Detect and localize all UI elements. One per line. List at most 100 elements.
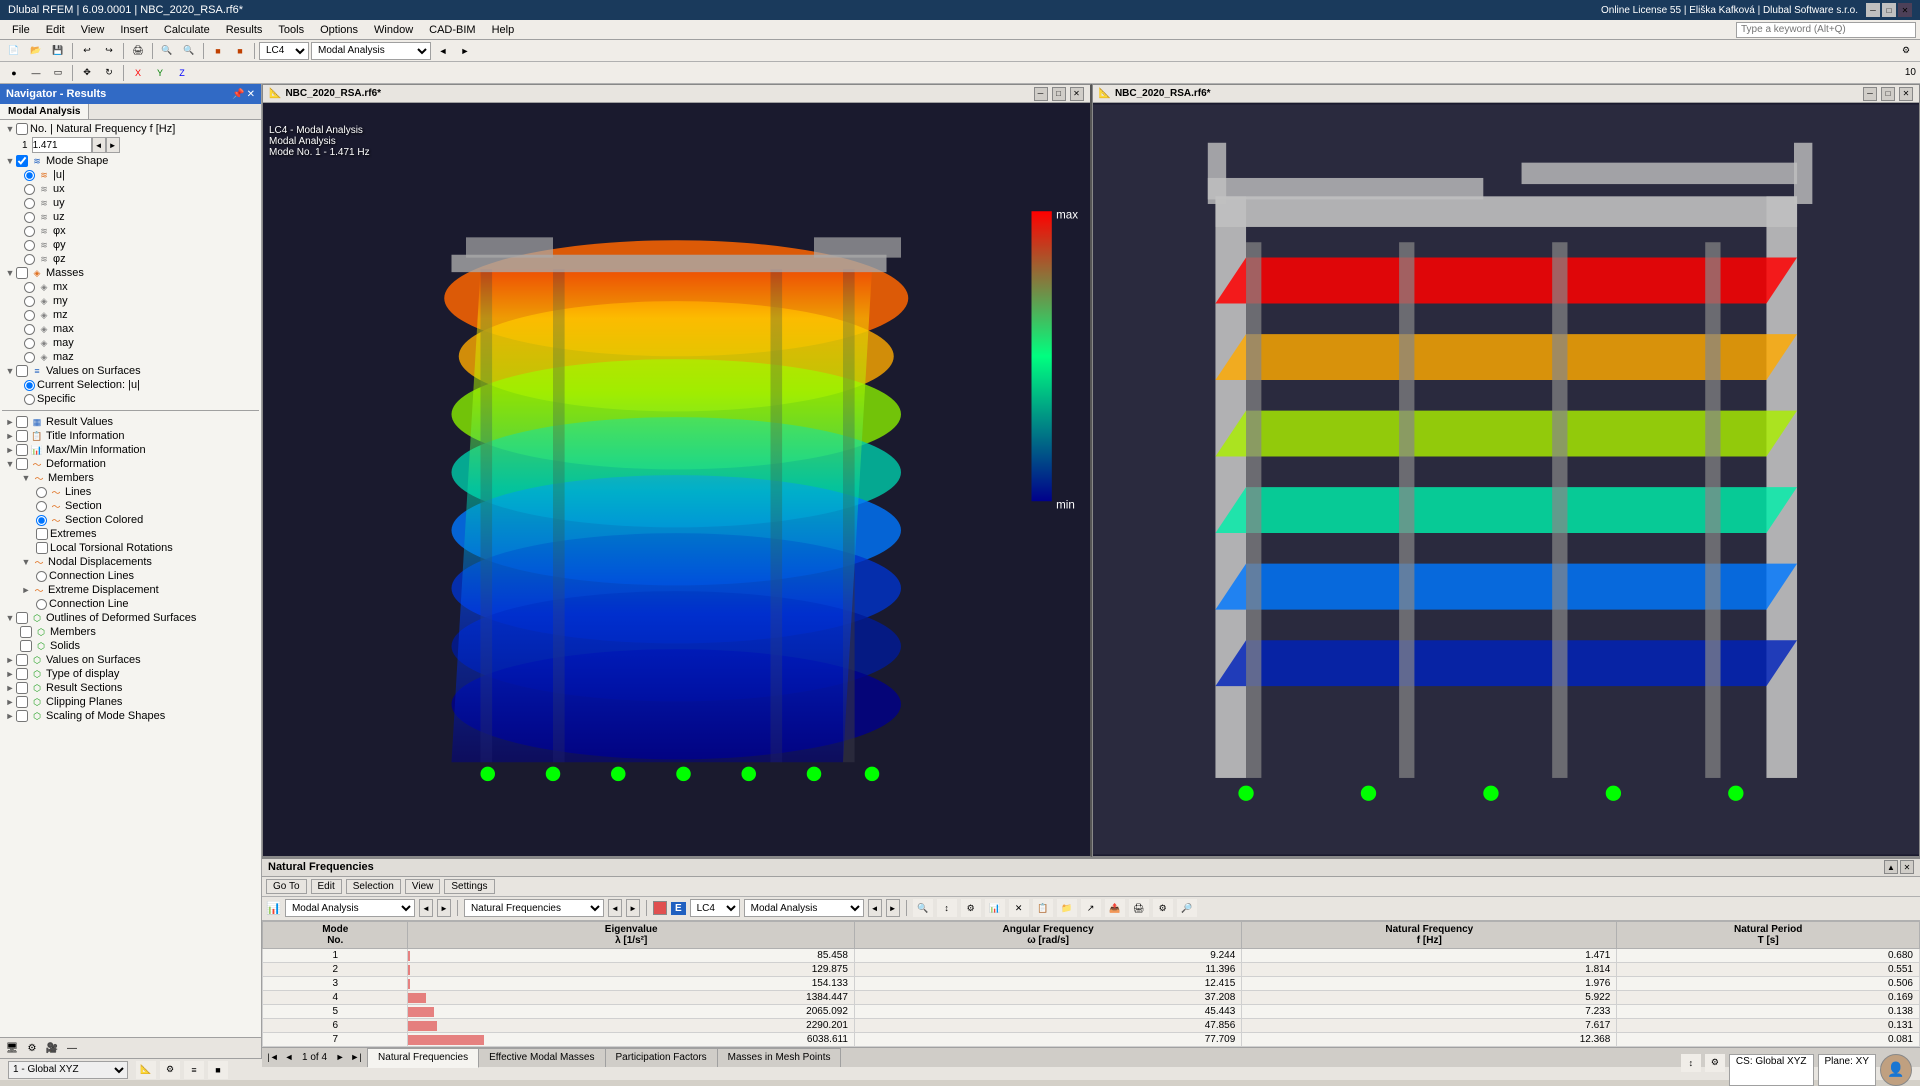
menu-view[interactable]: View <box>73 22 113 38</box>
vp-right-max[interactable]: □ <box>1881 87 1895 101</box>
radio-my[interactable] <box>24 296 35 307</box>
res-tb-btn3[interactable]: ⚙ <box>961 899 981 917</box>
menu-results[interactable]: Results <box>218 22 271 38</box>
status-right-btn1[interactable]: ↕ <box>1681 1054 1701 1072</box>
close-btn[interactable]: ✕ <box>1898 3 1912 17</box>
results-lc-analysis-select[interactable]: Modal Analysis <box>744 899 864 917</box>
print-btn[interactable]: 🖨 <box>128 42 148 60</box>
results-freq-select[interactable]: Natural Frequencies <box>464 899 604 917</box>
res-lc-next[interactable]: ► <box>886 899 900 917</box>
line-btn[interactable]: — <box>26 64 46 82</box>
freq-prev[interactable]: ◄ <box>92 137 106 153</box>
nav-pin-btn[interactable]: 📌 <box>232 89 244 100</box>
status-right-btn2[interactable]: ⚙ <box>1705 1054 1725 1072</box>
res-tb-btn2[interactable]: ↕ <box>937 899 957 917</box>
nav-btn-1[interactable]: 🖥 <box>4 1040 20 1056</box>
node-btn[interactable]: ● <box>4 64 24 82</box>
res-tb-btn9[interactable]: 📤 <box>1105 899 1125 917</box>
toggle-maxmin[interactable]: ► <box>4 445 16 455</box>
minimize-btn[interactable]: ─ <box>1866 3 1880 17</box>
toggle-masses[interactable]: ▼ <box>4 268 16 278</box>
check-scaling[interactable] <box>16 710 28 722</box>
check-local-tors[interactable] <box>36 542 48 554</box>
res-lc-prev[interactable]: ◄ <box>868 899 882 917</box>
res-freq-prev[interactable]: ◄ <box>608 899 622 917</box>
table-row[interactable]: 2 129.875 11.396 1.814 0.551 <box>263 962 1920 976</box>
radio-cur-sel[interactable] <box>24 380 35 391</box>
check-solids[interactable] <box>20 640 32 652</box>
viewport-left[interactable]: 📐 NBC_2020_RSA.rf6* ─ □ ✕ LC4 - Modal An… <box>262 84 1092 857</box>
table-row[interactable]: 3 154.133 12.415 1.976 0.506 <box>263 976 1920 990</box>
check-result-vals[interactable] <box>16 416 28 428</box>
axis-y-btn[interactable]: Y <box>150 64 170 82</box>
menu-calculate[interactable]: Calculate <box>156 22 218 38</box>
save-btn[interactable]: 💾 <box>48 42 68 60</box>
undo-btn[interactable]: ↩ <box>77 42 97 60</box>
freq-value-input[interactable] <box>32 137 92 153</box>
check-outlines[interactable] <box>16 612 28 624</box>
res-tb-search[interactable]: 🔎 <box>1177 899 1197 917</box>
status-btn-1[interactable]: 📐 <box>136 1061 156 1079</box>
radio-phix[interactable] <box>24 226 35 237</box>
render2-btn[interactable]: ■ <box>230 42 250 60</box>
radio-conn-lines[interactable] <box>36 571 47 582</box>
results-close-btn[interactable]: ✕ <box>1900 860 1914 874</box>
maximize-btn[interactable]: □ <box>1882 3 1896 17</box>
results-view-btn[interactable]: View <box>405 879 441 894</box>
render-btn[interactable]: ■ <box>208 42 228 60</box>
menu-cad-bim[interactable]: CAD-BIM <box>421 22 483 38</box>
radio-max[interactable] <box>24 324 35 335</box>
menu-file[interactable]: File <box>4 22 38 38</box>
toggle-freq[interactable]: ▼ <box>4 124 16 134</box>
status-btn-2[interactable]: ⚙ <box>160 1061 180 1079</box>
vp-left-min[interactable]: ─ <box>1034 87 1048 101</box>
toggle-nodal[interactable]: ▼ <box>20 557 32 567</box>
vp-right-close[interactable]: ✕ <box>1899 87 1913 101</box>
res-tb-btn10[interactable]: 🖨 <box>1129 899 1149 917</box>
menu-options[interactable]: Options <box>312 22 366 38</box>
table-row[interactable]: 4 1384.447 37.208 5.922 0.169 <box>263 990 1920 1004</box>
analysis-dropdown-tb[interactable]: Modal Analysis <box>311 42 431 60</box>
radio-section[interactable] <box>36 501 47 512</box>
radio-phiz[interactable] <box>24 254 35 265</box>
check-res-sect[interactable] <box>16 682 28 694</box>
radio-lines[interactable] <box>36 487 47 498</box>
view-select[interactable]: 1 - Global XYZ <box>8 1061 128 1079</box>
table-row[interactable]: 7 6038.611 77.709 12.368 0.081 <box>263 1032 1920 1046</box>
radio-specific[interactable] <box>24 394 35 405</box>
res-tb-btn6[interactable]: 📋 <box>1033 899 1053 917</box>
check-title[interactable] <box>16 430 28 442</box>
res-tb-btn5[interactable]: ✕ <box>1009 899 1029 917</box>
table-row[interactable]: 5 2065.092 45.443 7.233 0.138 <box>263 1004 1920 1018</box>
vp-right-min[interactable]: ─ <box>1863 87 1877 101</box>
nav-close-btn[interactable]: ✕ <box>247 89 255 100</box>
toggle-extreme-d[interactable]: ► <box>20 585 32 595</box>
check-extremes[interactable] <box>36 528 48 540</box>
results-analysis-select[interactable]: Modal Analysis <box>285 899 415 917</box>
res-tb-btn7[interactable]: 📁 <box>1057 899 1077 917</box>
res-tb-btn4[interactable]: 📊 <box>985 899 1005 917</box>
nav-tab-modal[interactable]: Modal Analysis <box>0 104 89 119</box>
prev-mode-btn[interactable]: ◄ <box>433 42 453 60</box>
check-val-surf[interactable] <box>16 365 28 377</box>
table-row[interactable]: 1 85.458 9.244 1.471 0.680 <box>263 948 1920 962</box>
nav-btn-2[interactable]: ⚙ <box>24 1040 40 1056</box>
toggle-clip[interactable]: ► <box>4 697 16 707</box>
zoom-in-btn[interactable]: 🔍 <box>157 42 177 60</box>
toggle-val-surf[interactable]: ▼ <box>4 366 16 376</box>
radio-uz[interactable] <box>24 212 35 223</box>
check-mode[interactable] <box>16 155 28 167</box>
res-tb-btn8[interactable]: ↗ <box>1081 899 1101 917</box>
freq-next[interactable]: ► <box>106 137 120 153</box>
lc-dropdown[interactable]: LC4 <box>259 42 309 60</box>
toggle-outlines[interactable]: ▼ <box>4 613 16 623</box>
vp-left-max[interactable]: □ <box>1052 87 1066 101</box>
vp-left-close[interactable]: ✕ <box>1070 87 1084 101</box>
menu-help[interactable]: Help <box>484 22 523 38</box>
toggle-title[interactable]: ► <box>4 431 16 441</box>
menu-edit[interactable]: Edit <box>38 22 73 38</box>
toggle-mode[interactable]: ▼ <box>4 156 16 166</box>
toggle-val-surf2[interactable]: ► <box>4 655 16 665</box>
radio-may[interactable] <box>24 338 35 349</box>
radio-section-col[interactable] <box>36 515 47 526</box>
